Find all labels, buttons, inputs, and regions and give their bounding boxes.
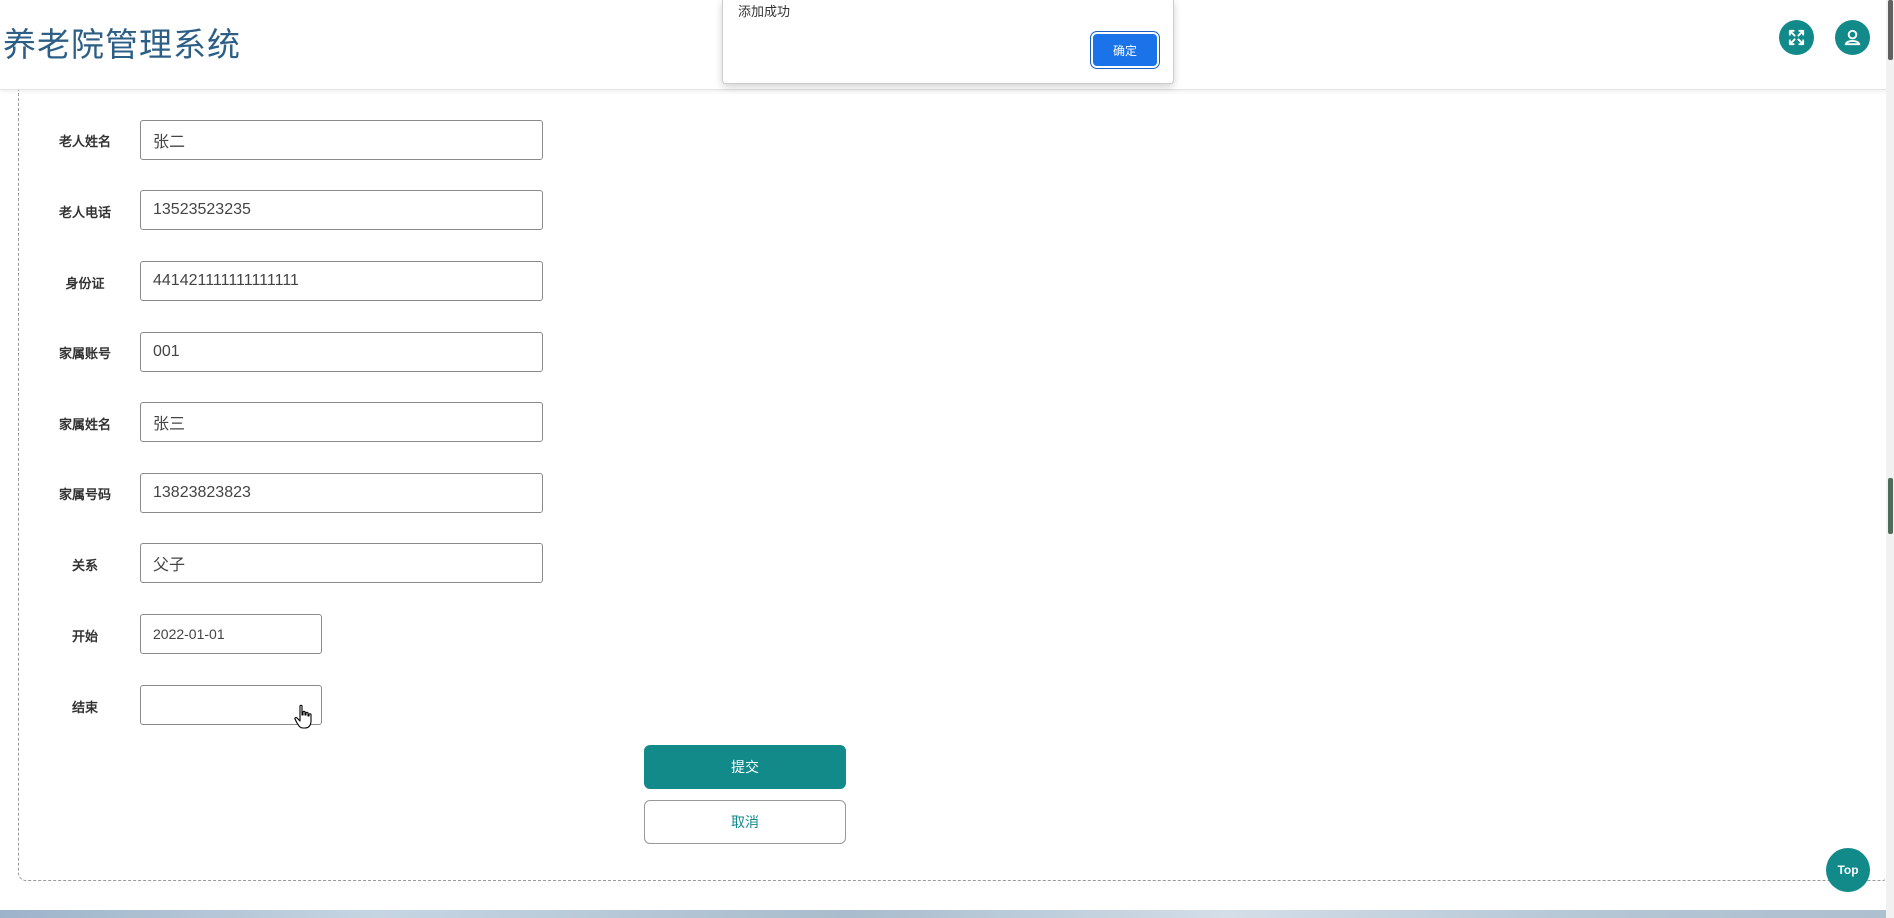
alert-ok-button[interactable]: 确定 — [1093, 34, 1157, 66]
scrollbar-thumb[interactable] — [1888, 478, 1893, 534]
background-strip — [0, 910, 1886, 918]
app-title: 养老院管理系统 — [3, 25, 241, 64]
user-menu-button[interactable] — [1835, 20, 1870, 55]
fullscreen-icon — [1788, 29, 1805, 46]
scrollbar-top-segment — [1888, 0, 1893, 60]
form-container — [18, 70, 1890, 881]
hand-cursor-icon — [294, 704, 312, 729]
user-icon — [1844, 29, 1861, 46]
alert-message: 添加成功 — [738, 4, 791, 19]
back-to-top-button[interactable]: Top — [1826, 848, 1870, 892]
fullscreen-button[interactable] — [1779, 20, 1814, 55]
page-scrollbar[interactable] — [1886, 0, 1894, 918]
success-alert-dialog: 添加成功 确定 — [722, 0, 1174, 84]
